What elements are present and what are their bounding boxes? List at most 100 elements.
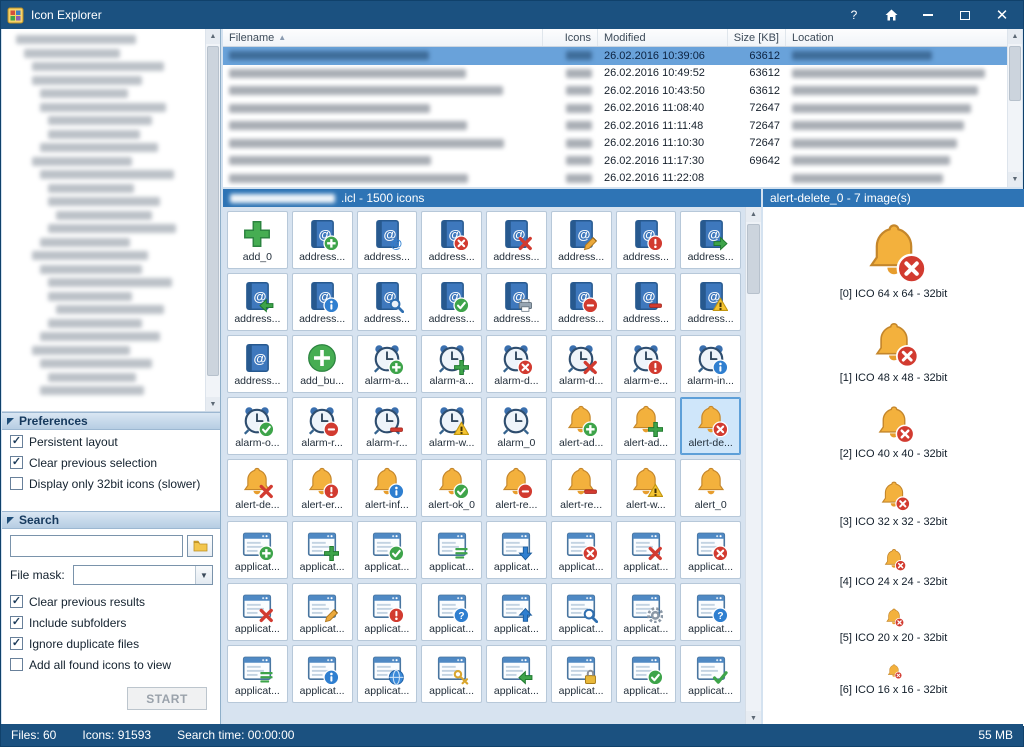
scroll-down-icon[interactable]: ▼ xyxy=(206,397,220,412)
search-option-include-subfolders[interactable]: ✓Include subfolders xyxy=(2,612,220,633)
file-mask-combobox[interactable]: ▼ xyxy=(73,565,213,585)
search-section-header[interactable]: Search xyxy=(2,511,220,529)
column-header-modified[interactable]: Modified xyxy=(598,29,728,46)
column-header-filename[interactable]: Filename ▲ xyxy=(223,29,543,46)
icon-cell-applicat[interactable]: applicat... xyxy=(357,645,418,703)
browse-folder-button[interactable] xyxy=(187,535,213,557)
pref-option-clear-previous-selection[interactable]: ✓Clear previous selection xyxy=(2,452,220,473)
icon-cell-applicat[interactable]: applicat... xyxy=(616,645,677,703)
checkbox[interactable]: ✓ xyxy=(10,616,23,629)
icon-cell-applicat[interactable]: applicat... xyxy=(486,521,547,579)
checkbox[interactable]: ✓ xyxy=(10,595,23,608)
search-path-input[interactable] xyxy=(10,535,183,557)
icon-cell-address[interactable]: @address... xyxy=(421,211,482,269)
icon-cell-address[interactable]: @address... xyxy=(616,273,677,331)
home-button[interactable] xyxy=(876,3,906,27)
checkbox[interactable]: ✓ xyxy=(10,456,23,469)
checkbox[interactable]: ✓ xyxy=(10,637,23,650)
icon-cell-applicat[interactable]: ?applicat... xyxy=(680,583,741,641)
icon-cell-applicat[interactable]: applicat... xyxy=(486,645,547,703)
column-header-icons[interactable]: Icons xyxy=(543,29,598,46)
icon-cell-applicat[interactable]: applicat... xyxy=(357,583,418,641)
icon-cell-alarm-r[interactable]: alarm-r... xyxy=(357,397,418,455)
icon-cell-alert-de[interactable]: alert-de... xyxy=(680,397,741,455)
icon-cell-address[interactable]: @address... xyxy=(227,335,288,393)
icon-cell-alert-ok-0[interactable]: alert-ok_0 xyxy=(421,459,482,517)
icon-cell-alarm-e[interactable]: alarm-e... xyxy=(616,335,677,393)
icon-cell-alarm-d[interactable]: alarm-d... xyxy=(551,335,612,393)
checkbox[interactable] xyxy=(10,658,23,671)
icon-cell-applicat[interactable]: applicat... xyxy=(227,583,288,641)
icon-cell-alarm-d[interactable]: alarm-d... xyxy=(486,335,547,393)
file-row[interactable]: 26.02.2016 11:22:08 xyxy=(223,170,1010,188)
icon-cell-alarm-a[interactable]: alarm-a... xyxy=(421,335,482,393)
icon-grid-scrollbar[interactable]: ▲ ▼ xyxy=(745,207,761,726)
column-header-location[interactable]: Location xyxy=(786,29,1010,46)
preview-image[interactable]: [6] ICO 16 x 16 - 32bit xyxy=(840,663,948,696)
close-button[interactable]: ✕ xyxy=(987,3,1017,27)
icon-cell-alarm-in[interactable]: alarm-in... xyxy=(680,335,741,393)
file-table-scrollbar-thumb[interactable] xyxy=(1009,46,1021,101)
icon-cell-address[interactable]: @address... xyxy=(292,211,353,269)
icon-cell-alert-er[interactable]: alert-er... xyxy=(292,459,353,517)
icon-cell-alert-w[interactable]: alert-w... xyxy=(616,459,677,517)
icon-cell-address[interactable]: @address... xyxy=(680,273,741,331)
icon-cell-applicat[interactable]: applicat... xyxy=(227,521,288,579)
preview-image[interactable]: [3] ICO 32 x 32 - 32bit xyxy=(840,479,948,528)
checkbox[interactable] xyxy=(10,477,23,490)
icon-cell-address[interactable]: @address... xyxy=(616,211,677,269)
icon-cell-address[interactable]: @address... xyxy=(227,273,288,331)
scroll-down-icon[interactable]: ▼ xyxy=(1008,172,1022,187)
maximize-button[interactable] xyxy=(950,3,980,27)
start-button[interactable]: START xyxy=(127,687,207,710)
icon-cell-applicat[interactable]: applicat... xyxy=(551,521,612,579)
icon-cell-address[interactable]: @address... xyxy=(486,273,547,331)
search-option-ignore-duplicate-files[interactable]: ✓Ignore duplicate files xyxy=(2,633,220,654)
checkbox[interactable]: ✓ xyxy=(10,435,23,448)
icon-cell-alert-ad[interactable]: alert-ad... xyxy=(616,397,677,455)
icon-cell-applicat[interactable]: applicat... xyxy=(551,645,612,703)
icon-cell-alert-de[interactable]: alert-de... xyxy=(227,459,288,517)
preview-image[interactable]: [5] ICO 20 x 20 - 32bit xyxy=(840,607,948,644)
file-row[interactable]: 26.02.2016 11:10:3072647 xyxy=(223,135,1010,153)
icon-cell-applicat[interactable]: applicat... xyxy=(680,645,741,703)
column-header-size[interactable]: Size [KB] xyxy=(728,29,786,46)
help-button[interactable]: ? xyxy=(839,3,869,27)
icon-cell-applicat[interactable]: applicat... xyxy=(292,583,353,641)
preview-image[interactable]: [2] ICO 40 x 40 - 32bit xyxy=(840,403,948,460)
icon-cell-address[interactable]: @address... xyxy=(551,211,612,269)
scroll-up-icon[interactable]: ▲ xyxy=(746,207,761,222)
icon-cell-applicat[interactable]: ?applicat... xyxy=(421,583,482,641)
icon-cell-applicat[interactable]: applicat... xyxy=(227,645,288,703)
icon-cell-address[interactable]: @address... xyxy=(357,273,418,331)
icon-cell-alarm-w[interactable]: alarm-w... xyxy=(421,397,482,455)
icon-cell-applicat[interactable]: applicat... xyxy=(292,645,353,703)
pref-option-persistent-layout[interactable]: ✓Persistent layout xyxy=(2,431,220,452)
file-row[interactable]: 26.02.2016 11:11:4872647 xyxy=(223,117,1010,135)
scroll-up-icon[interactable]: ▲ xyxy=(206,29,220,44)
file-row[interactable]: 26.02.2016 10:39:0663612 xyxy=(223,47,1010,65)
icon-cell-applicat[interactable]: applicat... xyxy=(551,583,612,641)
icon-cell-alarm-0[interactable]: alarm_0 xyxy=(486,397,547,455)
icon-cell-address[interactable]: @@address... xyxy=(357,211,418,269)
search-option-clear-previous-results[interactable]: ✓Clear previous results xyxy=(2,591,220,612)
icon-cell-alert-inf[interactable]: alert-inf... xyxy=(357,459,418,517)
icon-cell-address[interactable]: @address... xyxy=(680,211,741,269)
preview-image[interactable]: [1] ICO 48 x 48 - 32bit xyxy=(840,319,948,384)
preview-image[interactable]: [0] ICO 64 x 64 - 32bit xyxy=(840,219,948,300)
icon-cell-address[interactable]: @address... xyxy=(292,273,353,331)
icon-grid-scrollbar-thumb[interactable] xyxy=(747,224,760,294)
icon-cell-applicat[interactable]: applicat... xyxy=(680,521,741,579)
icon-cell-alert-re[interactable]: alert-re... xyxy=(486,459,547,517)
file-row[interactable]: 26.02.2016 11:08:4072647 xyxy=(223,100,1010,118)
icon-cell-address[interactable]: @address... xyxy=(421,273,482,331)
tree-scrollbar-thumb[interactable] xyxy=(207,46,219,376)
icon-cell-add-bu[interactable]: add_bu... xyxy=(292,335,353,393)
icon-cell-applicat[interactable]: applicat... xyxy=(421,521,482,579)
icon-cell-add-0[interactable]: add_0 xyxy=(227,211,288,269)
chevron-down-icon[interactable]: ▼ xyxy=(195,566,212,584)
file-row[interactable]: 26.02.2016 10:43:5063612 xyxy=(223,82,1010,100)
file-row[interactable]: 26.02.2016 10:49:5263612 xyxy=(223,65,1010,83)
minimize-button[interactable] xyxy=(913,3,943,27)
pref-option-display-only-32bit-icons-slower[interactable]: Display only 32bit icons (slower) xyxy=(2,473,220,494)
